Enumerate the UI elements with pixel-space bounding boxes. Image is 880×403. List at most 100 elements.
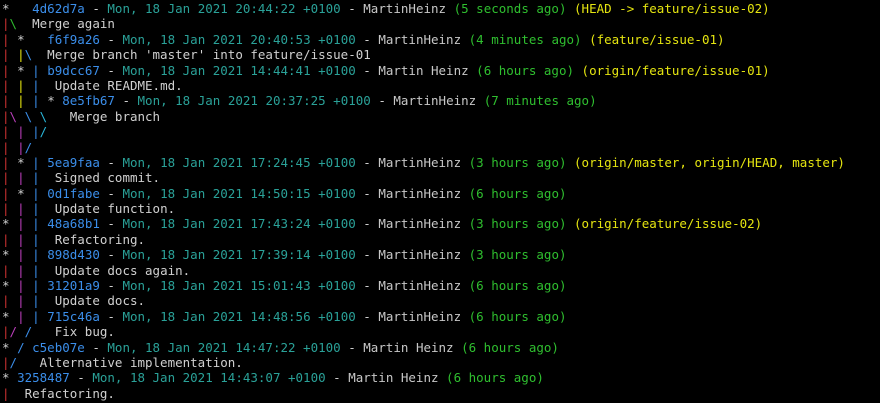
graph-edge: | — [32, 278, 48, 294]
commit-node: * — [17, 62, 33, 78]
commit-node: * — [47, 93, 63, 109]
text: - — [355, 154, 379, 170]
text: - — [355, 31, 379, 47]
text — [454, 340, 462, 355]
graph-edge: | — [2, 231, 18, 247]
text — [461, 155, 469, 170]
commit-hash: 3258487 — [17, 370, 70, 386]
text — [439, 370, 447, 385]
text: - — [99, 185, 123, 201]
graph-edge: / — [9, 354, 25, 370]
relative-time: (6 hours ago) — [468, 185, 567, 201]
text: - — [355, 247, 379, 263]
text: - — [84, 1, 108, 16]
commit-hash: 715c46a — [47, 308, 100, 324]
text: - — [99, 62, 123, 78]
commit-date: Mon, 18 Jan 2021 20:40:53 +0100 — [122, 31, 356, 47]
ref-names: (origin/feature/issue-02) — [574, 216, 763, 232]
commit-author: MartinHeinz — [378, 154, 462, 170]
graph-edge: | — [2, 324, 10, 340]
log-line: * | | 31201a9 - Mon, 18 Jan 2021 15:01:4… — [2, 278, 880, 293]
graph-edge: | — [2, 170, 18, 186]
log-line: * / c5eb07e - Mon, 18 Jan 2021 14:47:22 … — [2, 340, 880, 355]
log-line: | | | Refactoring. — [2, 232, 880, 247]
graph-edge: / — [24, 139, 33, 155]
commit-date: Mon, 18 Jan 2021 17:24:45 +0100 — [122, 154, 356, 170]
graph-edge: | — [32, 77, 48, 93]
log-line: | * f6f9a26 - Mon, 18 Jan 2021 20:40:53 … — [2, 32, 880, 47]
log-line: | | | Signed commit. — [2, 170, 880, 185]
text: Merge branch — [54, 108, 161, 124]
commit-author: Martin Heinz — [378, 62, 469, 78]
commit-node: * — [17, 185, 33, 201]
log-line: * | | 898d430 - Mon, 18 Jan 2021 17:39:1… — [2, 247, 880, 262]
text — [461, 309, 469, 324]
text — [574, 63, 582, 78]
text: - — [355, 278, 379, 294]
relative-time: (3 hours ago) — [468, 216, 567, 232]
relative-time: (6 hours ago) — [446, 370, 544, 386]
relative-time: (5 seconds ago) — [453, 1, 567, 16]
text: Merge branch 'master' into feature/issue… — [32, 47, 371, 63]
commit-date: Mon, 18 Jan 2021 14:44:41 +0100 — [122, 62, 356, 78]
graph-edge: / — [39, 124, 48, 140]
commit-hash: 8e5fb67 — [62, 93, 115, 109]
relative-time: (4 minutes ago) — [468, 31, 582, 47]
ref-names: (feature/issue-01) — [589, 31, 725, 47]
text — [461, 32, 469, 47]
text: - — [355, 185, 379, 201]
graph-edge: | — [2, 385, 10, 401]
commit-hash: 31201a9 — [47, 278, 100, 294]
graph-edge: | — [17, 77, 33, 93]
commit-node: * — [2, 339, 18, 355]
log-line: | | | Update docs again. — [2, 263, 880, 278]
text: - — [99, 154, 123, 170]
text: - — [325, 370, 349, 386]
text: Alternative implementation. — [24, 354, 243, 370]
commit-date: Mon, 18 Jan 2021 14:48:56 +0100 — [122, 308, 356, 324]
graph-edge: | — [2, 77, 18, 93]
commit-hash: 4d62d7a — [32, 1, 85, 16]
commit-date: Mon, 18 Jan 2021 14:43:07 +0100 — [92, 370, 326, 386]
graph-edge: / — [24, 324, 40, 340]
relative-time: (6 hours ago) — [461, 339, 559, 355]
graph-edge: | — [2, 16, 10, 32]
relative-time: (3 hours ago) — [468, 247, 567, 263]
graph-edge: | — [32, 262, 48, 278]
text — [476, 93, 484, 108]
graph-edge: | — [2, 201, 18, 217]
graph-edge: | — [17, 262, 33, 278]
graph-edge: | — [17, 308, 33, 324]
terminal-window[interactable]: * 4d62d7a - Mon, 18 Jan 2021 20:44:22 +0… — [0, 0, 880, 403]
log-line: | * | 5ea9faa - Mon, 18 Jan 2021 17:24:4… — [2, 155, 880, 170]
graph-edge: | — [2, 62, 18, 78]
commit-date: Mon, 18 Jan 2021 14:50:15 +0100 — [122, 185, 356, 201]
graph-edge: | — [32, 247, 48, 263]
text: - — [340, 1, 364, 16]
commit-hash: b9dcc67 — [47, 62, 100, 78]
graph-edge: | — [32, 231, 48, 247]
ref-names: (HEAD -> feature/issue-02) — [574, 1, 770, 16]
log-line: | | | Update docs. — [2, 293, 880, 308]
commit-hash: c5eb07e — [32, 339, 85, 355]
graph-edge: / — [17, 339, 33, 355]
text — [567, 216, 575, 231]
commit-author: MartinHeinz — [378, 308, 462, 324]
text: Signed commit. — [47, 170, 161, 186]
text: Update README.md. — [47, 77, 183, 93]
commit-author: MartinHeinz — [378, 185, 462, 201]
text — [461, 278, 469, 293]
graph-edge: | — [2, 139, 18, 155]
text: - — [69, 370, 93, 386]
log-line: | | |/ — [2, 124, 880, 139]
log-line: |\ Merge again — [2, 16, 880, 31]
graph-edge: / — [9, 324, 25, 340]
relative-time: (3 hours ago) — [468, 154, 567, 170]
log-line: | |/ — [2, 140, 880, 155]
graph-edge: | — [2, 31, 18, 47]
log-line: | |\ Merge branch 'master' into feature/… — [2, 47, 880, 62]
graph-edge: | — [2, 47, 18, 63]
text: - — [355, 216, 379, 232]
commit-author: Martin Heinz — [348, 370, 439, 386]
commit-date: Mon, 18 Jan 2021 20:44:22 +0100 — [107, 1, 341, 16]
